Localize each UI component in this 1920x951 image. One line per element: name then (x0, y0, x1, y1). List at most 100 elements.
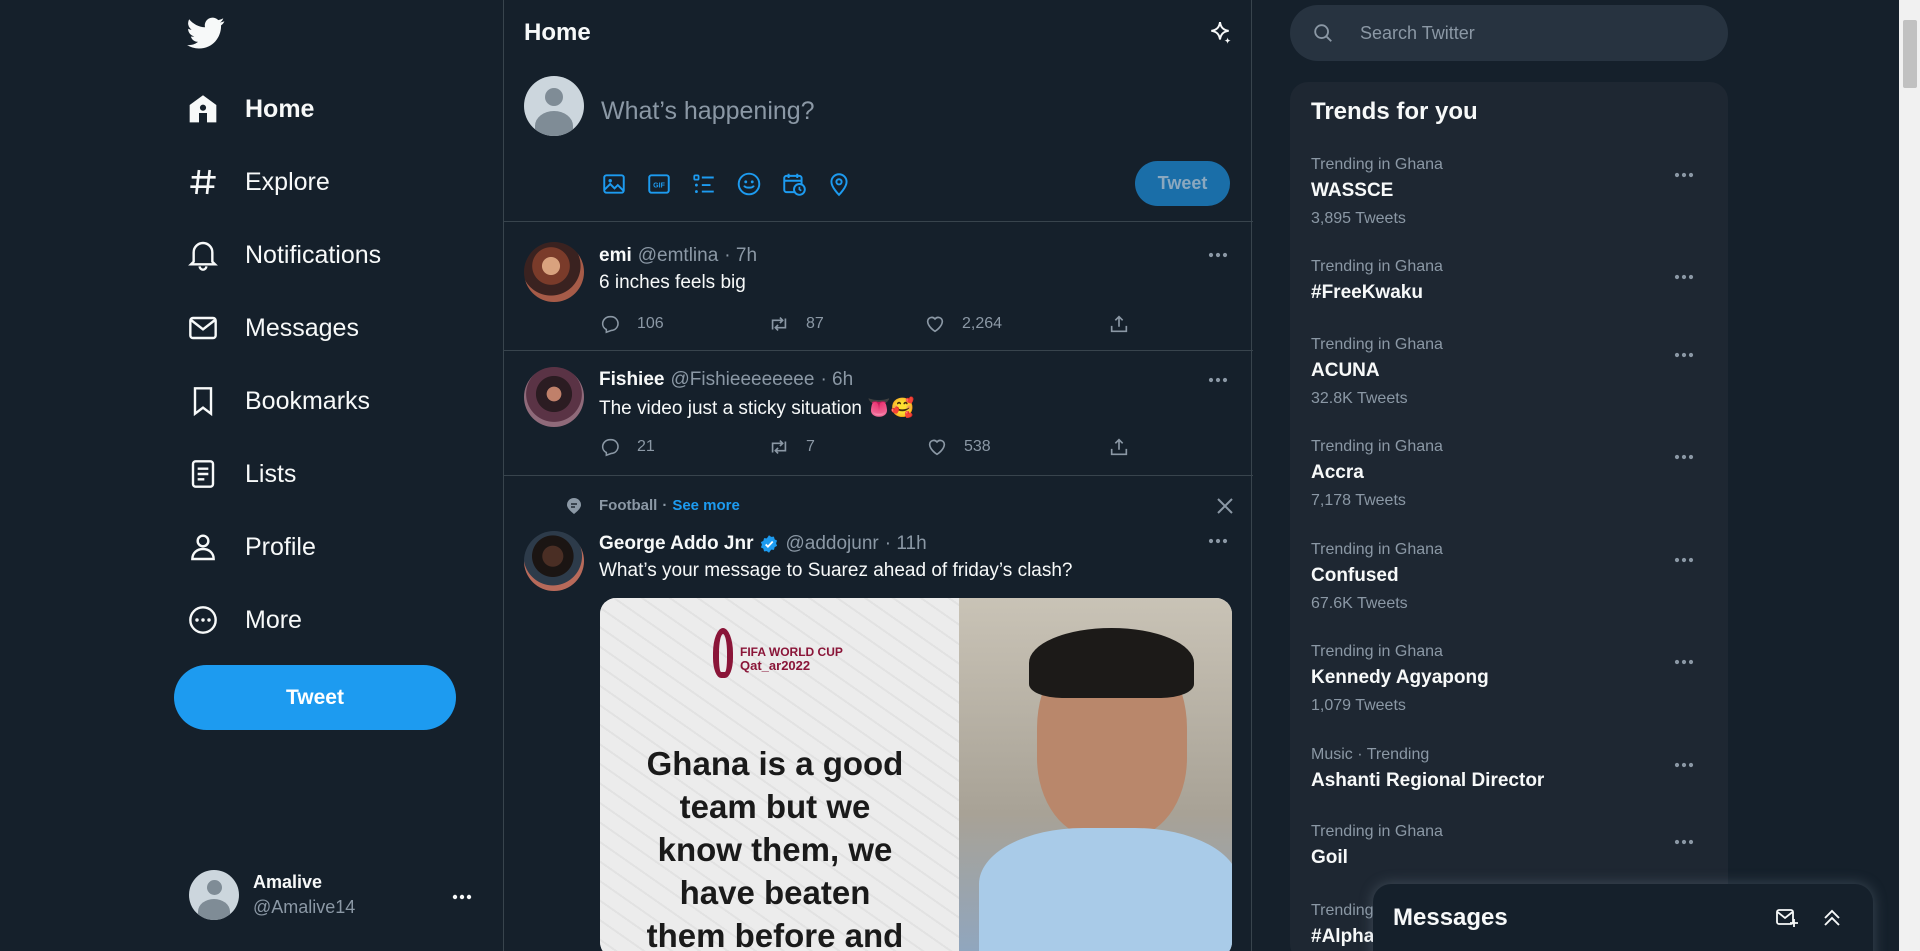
trend-item[interactable]: Music · Trending Ashanti Regional Direct… (1311, 746, 1711, 792)
tweet-time[interactable]: · 6h (820, 369, 853, 391)
share-icon[interactable] (1108, 313, 1130, 335)
trend-more-icon[interactable] (1674, 839, 1694, 845)
gif-icon[interactable]: GIF (646, 171, 672, 197)
trend-item[interactable]: Trending in Ghana WASSCE 3,895 Tweets (1311, 156, 1711, 228)
list-icon (187, 458, 219, 490)
nav-explore[interactable]: Explore (187, 153, 330, 211)
trend-context: Trending in Ghana (1311, 438, 1443, 455)
retweet-count: 87 (806, 315, 824, 332)
scrollbar-track[interactable] (1899, 0, 1920, 951)
tweet-card[interactable]: emi @emtlina · 7h 6 inches feels big 106… (504, 222, 1253, 350)
composer-tweet-button[interactable]: Tweet (1135, 161, 1230, 206)
nav-profile[interactable]: Profile (187, 518, 316, 576)
new-message-icon[interactable] (1775, 906, 1799, 930)
trend-more-icon[interactable] (1674, 352, 1694, 358)
like-count: 2,264 (962, 315, 1003, 332)
nav-bookmarks[interactable]: Bookmarks (187, 372, 370, 430)
tweet-avatar[interactable] (524, 531, 584, 591)
trend-more-icon[interactable] (1674, 172, 1694, 178)
trend-count: 1,079 Tweets (1311, 697, 1406, 714)
trend-more-icon[interactable] (1674, 454, 1694, 460)
topic-label[interactable]: Football (599, 497, 657, 514)
scrollbar-thumb[interactable] (1903, 20, 1917, 88)
topic-tweet-card[interactable]: Football · See more George Addo Jnr @add… (504, 476, 1253, 951)
schedule-icon[interactable] (781, 171, 807, 197)
trend-count: 32.8K Tweets (1311, 390, 1408, 407)
trend-title: Goil (1311, 847, 1348, 868)
topic-context: Football · See more (599, 497, 740, 514)
tweet-avatar[interactable] (524, 242, 584, 302)
account-name: Amalive (253, 872, 323, 892)
tweet-more-icon[interactable] (1208, 252, 1238, 262)
trend-item[interactable]: Trending in Ghana Goil (1311, 823, 1711, 869)
nav-lists[interactable]: Lists (187, 445, 296, 503)
trend-item[interactable]: Trending in Ghana Accra 7,178 Tweets (1311, 438, 1711, 510)
twitter-logo-icon[interactable] (187, 14, 225, 52)
account-switcher[interactable]: Amalive @Amalive14 (174, 856, 480, 936)
nav-more[interactable]: More (187, 591, 302, 649)
tweet-avatar[interactable] (524, 367, 584, 427)
like-button[interactable]: 538 (926, 436, 991, 458)
tweet-media-image[interactable]: FIFA WORLD CUP Qat_ar2022 Ghana is a goo… (600, 598, 1232, 951)
tweet-author-handle[interactable]: @Fishieeeeeeee (670, 369, 814, 391)
tweet-author-name[interactable]: Fishiee (599, 369, 664, 391)
trend-title: WASSCE (1311, 180, 1394, 201)
retweet-button[interactable]: 7 (768, 436, 815, 458)
reply-button[interactable]: 106 (599, 313, 664, 335)
search-icon (1312, 22, 1334, 44)
tweet-more-icon[interactable] (1208, 538, 1238, 548)
hashtag-icon (187, 166, 219, 198)
like-button[interactable]: 2,264 (924, 313, 1002, 335)
trend-item[interactable]: Trending in Ghana Kennedy Agyapong 1,079… (1311, 643, 1711, 715)
nav-lists-label: Lists (245, 459, 297, 488)
account-more-icon (452, 894, 472, 900)
reply-button[interactable]: 21 (599, 436, 655, 458)
tweet-time[interactable]: · 11h (885, 533, 927, 555)
search-bar[interactable]: Search Twitter (1290, 5, 1728, 61)
emoji-icon[interactable] (736, 171, 762, 197)
image-quote-line: have beaten (679, 874, 871, 911)
trend-more-icon[interactable] (1674, 557, 1694, 563)
sparkle-icon[interactable] (1207, 20, 1233, 46)
tweet-text: The video just a sticky situation 👅🥰 (599, 398, 915, 419)
heart-icon (924, 313, 946, 335)
messages-dock[interactable]: Messages (1373, 884, 1873, 951)
sidebar-tweet-button[interactable]: Tweet (174, 665, 456, 730)
nav-messages[interactable]: Messages (187, 299, 359, 357)
trend-more-icon[interactable] (1674, 659, 1694, 665)
image-icon[interactable] (601, 171, 627, 197)
nav-notifications[interactable]: Notifications (187, 226, 381, 284)
trend-item[interactable]: Trending in Ghana Confused 67.6K Tweets (1311, 541, 1711, 613)
tweet-author-name[interactable]: emi (599, 245, 632, 267)
image-logo-bottom: Qat_ar2022 (740, 658, 811, 673)
trend-count: 67.6K Tweets (1311, 595, 1408, 612)
location-icon[interactable] (826, 171, 852, 197)
retweet-button[interactable]: 87 (768, 313, 824, 335)
trend-context: Trending in Ghana (1311, 336, 1443, 353)
bell-icon (187, 239, 219, 271)
tweet-author-handle[interactable]: @addojunr (785, 533, 878, 555)
trend-item[interactable]: Trending in Ghana ACUNA 32.8K Tweets (1311, 336, 1711, 408)
home-icon (187, 93, 219, 125)
trend-count: 7,178 Tweets (1311, 492, 1406, 509)
tweet-time[interactable]: · 7h (724, 245, 757, 267)
tweet-more-icon[interactable] (1208, 377, 1238, 387)
trend-context: Trending in Ghana (1311, 823, 1443, 840)
tweet-author-name[interactable]: George Addo Jnr (599, 533, 753, 555)
world-cup-emblem-icon (713, 628, 733, 678)
trend-more-icon[interactable] (1674, 762, 1694, 768)
share-icon[interactable] (1108, 436, 1130, 458)
poll-icon[interactable] (691, 171, 717, 197)
trend-item[interactable]: Trending in Ghana #FreeKwaku (1311, 258, 1711, 304)
nav-home[interactable]: Home (187, 80, 314, 138)
tweet-card[interactable]: Fishiee @Fishieeeeeeee · 6h The video ju… (504, 351, 1253, 475)
tweet-author-handle[interactable]: @emtlina (638, 245, 719, 267)
image-quote-line: them before and (646, 917, 904, 951)
composer-input[interactable]: What’s happening? (601, 97, 815, 126)
close-icon[interactable] (1216, 497, 1234, 515)
expand-up-icon[interactable] (1820, 906, 1844, 930)
person-icon (187, 531, 219, 563)
search-input[interactable]: Search Twitter (1360, 23, 1475, 44)
see-more-link[interactable]: See more (672, 497, 740, 514)
trend-more-icon[interactable] (1674, 274, 1694, 280)
